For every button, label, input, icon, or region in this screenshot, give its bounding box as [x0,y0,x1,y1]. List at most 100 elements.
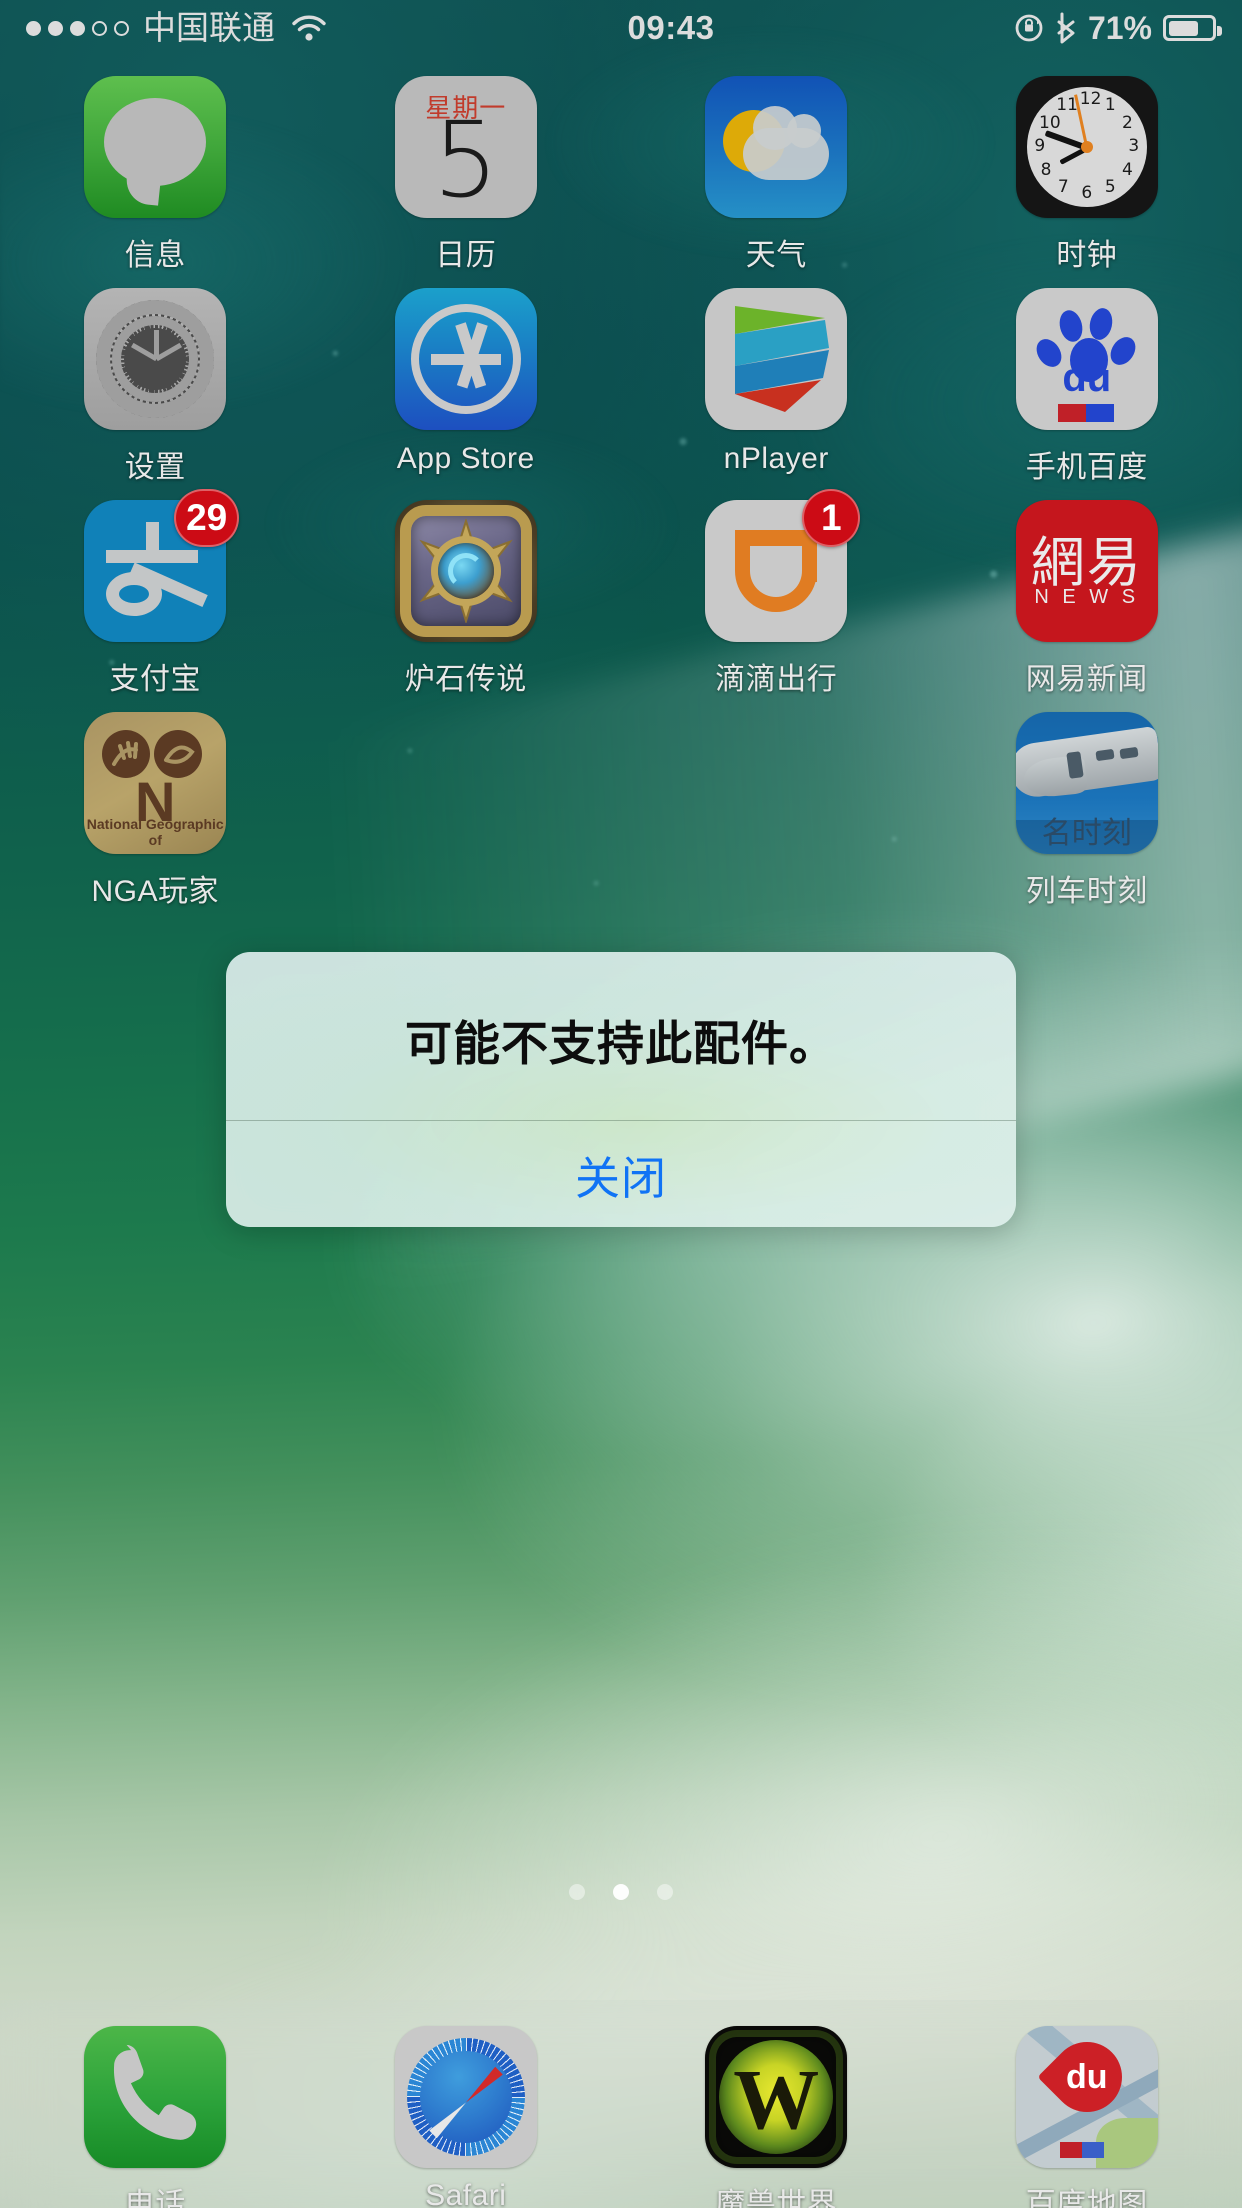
signal-dot [70,20,85,36]
page-indicator[interactable] [0,1884,1242,1900]
app-icon-calendar[interactable]: 星期一 5 日历 [311,76,622,288]
alert-dismiss-button[interactable]: 关闭 [226,1121,1016,1227]
baidu-paw-icon: du [1015,288,1158,430]
dock-label: Safari [425,2179,507,2208]
app-icon-nga[interactable]: N National Geographic of NGA玩家 [0,712,311,924]
status-bar-left: 中国联通 [26,0,328,56]
dock-item-baidu-map[interactable]: du 百度地图 [932,2000,1242,2208]
app-icon-clock[interactable]: 12 1 2 3 4 5 6 7 8 9 10 11 时钟 [932,76,1242,288]
page-dot[interactable] [657,1884,673,1900]
netease-news-icon: 網易 N E W S [1015,500,1158,642]
signal-dot [92,20,107,36]
app-icon-didi[interactable]: 1 滴滴出行 [621,489,932,712]
clock-numeral: 6 [1081,183,1093,203]
page-dot-active[interactable] [613,1884,629,1900]
app-label: 日历 [435,239,497,272]
badge-count: 29 [174,489,240,547]
app-slot-empty [311,712,622,924]
alert-dismiss-button-label: 关闭 [574,1151,667,1205]
messages-icon [84,76,227,218]
app-label: 列车时刻 [1025,875,1148,908]
clock-numeral: 11 [1056,95,1078,116]
wow-letter: W [733,2051,820,2147]
clock-numeral: 12 [1079,89,1102,109]
clock-icon: 12 1 2 3 4 5 6 7 8 9 10 11 [1015,76,1158,218]
app-label: NGA玩家 [91,875,219,908]
app-label: App Store [396,442,535,475]
signal-dot [48,20,63,36]
status-bar: 中国联通 09:43 71% [0,0,1242,56]
app-label: 天气 [745,239,807,272]
clock-numeral: 8 [1040,159,1052,180]
netease-news-label: N E W S [1034,586,1140,608]
app-icon-weather[interactable]: 天气 [621,76,932,288]
badge-count: 1 [802,489,861,547]
settings-gear-icon [84,288,227,430]
wifi-icon [290,13,328,43]
alert-message: 可能不支持此配件。 [405,1016,837,1072]
status-bar-right: 71% [1014,0,1222,56]
app-icon-train-timetable[interactable]: 名时刻 列车时刻 [932,712,1242,924]
nga-subtitle-2: of [148,832,162,848]
app-icon-alipay[interactable]: 29 支付宝 [0,489,311,712]
dock-label: 魔兽世界 [715,2188,838,2208]
alert-body: 可能不支持此配件。 [226,952,1016,1120]
battery-icon [1163,15,1222,41]
train-icon-text: 名时刻 [1041,817,1132,850]
app-grid: 信息 星期一 5 日历 天气 12 1 2 3 4 5 6 7 8 9 10 11 [0,76,1242,924]
baidu-du-text: du [1062,356,1112,400]
app-label: nPlayer [723,442,829,475]
dock-label: 电话 [124,2188,186,2208]
dock-item-world-of-warcraft[interactable]: W 魔兽世界 [621,2000,932,2208]
nga-subtitle: National Geographic [86,816,224,832]
rotation-lock-icon [1014,13,1044,43]
app-icon-settings[interactable]: 设置 [0,288,311,500]
clock-numeral: 4 [1122,159,1133,180]
app-label: 信息 [124,239,186,272]
page-dot[interactable] [569,1884,585,1900]
app-icon-messages[interactable]: 信息 [0,76,311,288]
dock-item-phone[interactable]: 电话 [0,2000,311,2208]
app-label: 设置 [124,451,186,484]
app-label: 时钟 [1056,239,1118,272]
app-row: N National Geographic of NGA玩家 名时刻 列车时刻 [0,712,1242,924]
phone-icon [84,2026,227,2168]
app-icon-baidu[interactable]: du 手机百度 [932,288,1242,500]
app-row: 设置 App Store nPlayer du 手机百度 [0,288,1242,500]
app-label: 支付宝 [109,663,201,696]
app-icon-nplayer[interactable]: nPlayer [621,288,932,500]
status-bar-clock: 09:43 [627,9,715,46]
clock-numeral: 2 [1122,112,1133,133]
world-of-warcraft-icon: W [705,2026,848,2168]
battery-percent: 71% [1087,10,1152,46]
app-icon-app-store[interactable]: App Store [311,288,622,500]
hearthstone-icon [394,500,537,642]
app-store-icon [394,288,537,430]
calendar-day-number: 5 [432,99,499,218]
app-label: 滴滴出行 [715,663,838,696]
clock-numeral: 3 [1128,136,1140,156]
app-label: 网易新闻 [1025,663,1148,696]
clock-numeral: 10 [1039,112,1061,133]
nga-icon: N National Geographic of [84,712,227,854]
carrier-name: 中国联通 [143,9,275,46]
app-slot-empty [621,712,932,924]
app-icon-netease[interactable]: 網易 N E W S 网易新闻 [932,500,1242,712]
safari-compass-icon [394,2026,537,2168]
baidu-map-icon: du [1015,2026,1158,2168]
weather-icon [705,76,848,218]
dock-item-safari[interactable]: Safari [311,2000,622,2208]
clock-numeral: 9 [1034,136,1046,156]
app-icon-hearthstone[interactable]: 炉石传说 [311,500,622,712]
clock-numeral: 1 [1104,95,1116,116]
clock-numeral: 7 [1057,176,1069,197]
baidu-map-du-text: du [1065,2058,1108,2096]
app-row: 29 支付宝 炉石传说 1 滴滴出行 網易 N E W S 网易新闻 [0,489,1242,712]
dock-label: 百度地图 [1025,2188,1148,2208]
signal-dot [114,20,129,36]
train-icon: 名时刻 [1015,712,1158,854]
nplayer-icon [705,288,848,430]
signal-dot [26,20,41,36]
bluetooth-icon [1055,11,1077,45]
alert-dialog: 可能不支持此配件。 关闭 [226,952,1016,1227]
